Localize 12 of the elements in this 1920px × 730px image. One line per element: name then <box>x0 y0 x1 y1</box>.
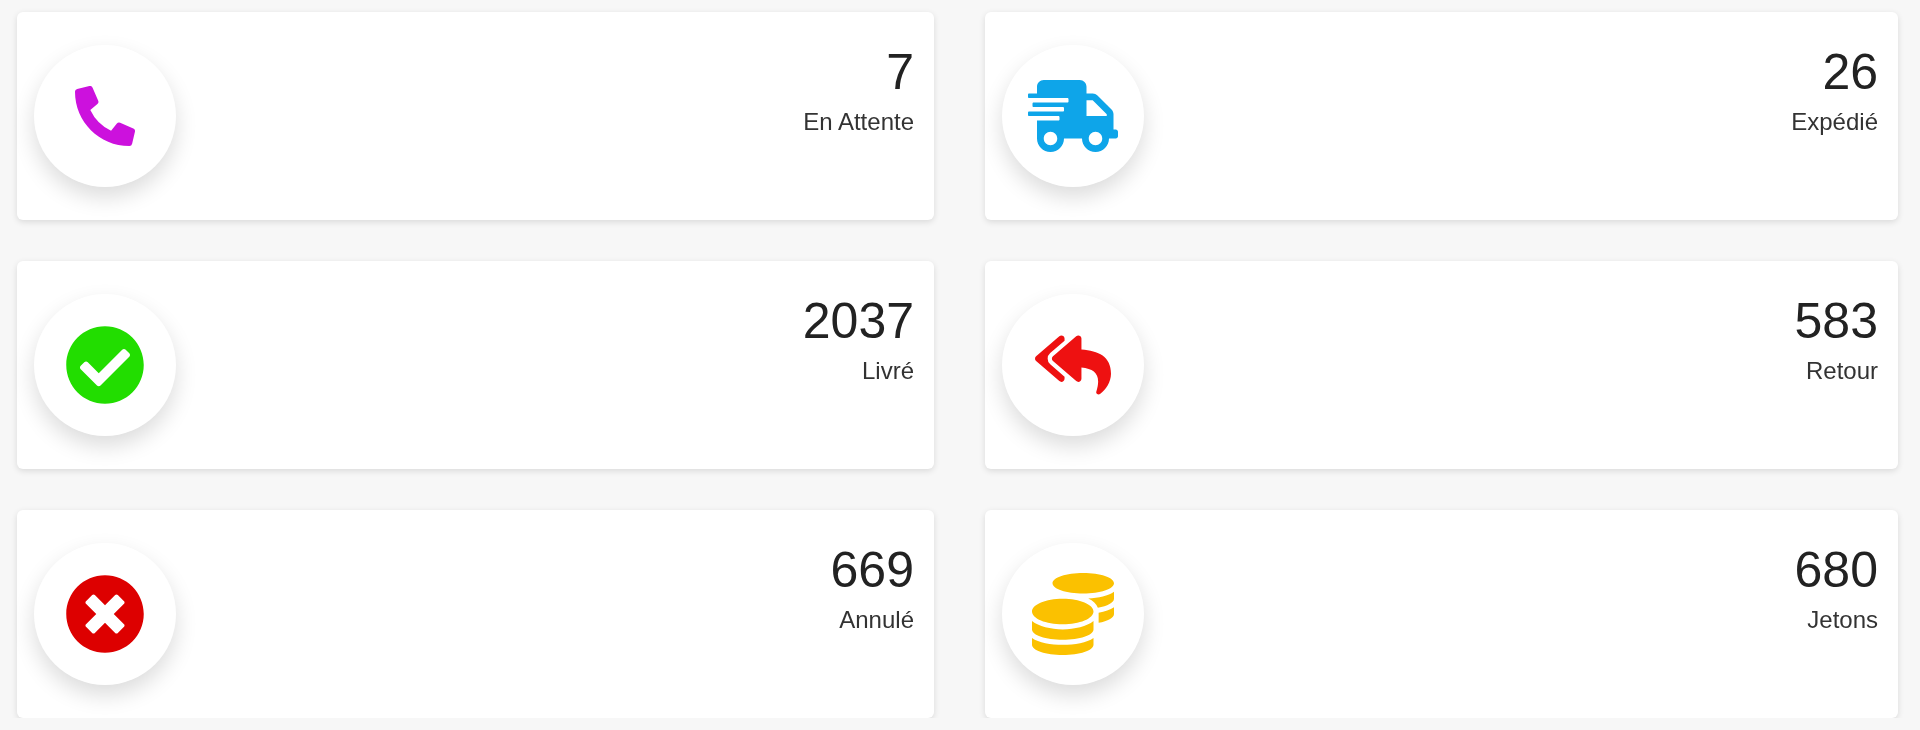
stat-value: 7 <box>886 44 914 100</box>
stat-value: 680 <box>1794 542 1878 598</box>
stat-value: 669 <box>830 542 914 598</box>
stat-label: Expédié <box>1791 107 1878 137</box>
stat-label: Jetons <box>1807 605 1878 635</box>
stat-value: 26 <box>1822 44 1878 100</box>
stat-label: Retour <box>1805 356 1878 386</box>
stat-label: En Attente <box>803 107 914 137</box>
stat-label: Livré <box>861 356 914 386</box>
stat-value: 583 <box>1794 293 1878 349</box>
stat-label: Annulé <box>839 605 914 635</box>
stat-value: 2037 <box>802 293 914 349</box>
